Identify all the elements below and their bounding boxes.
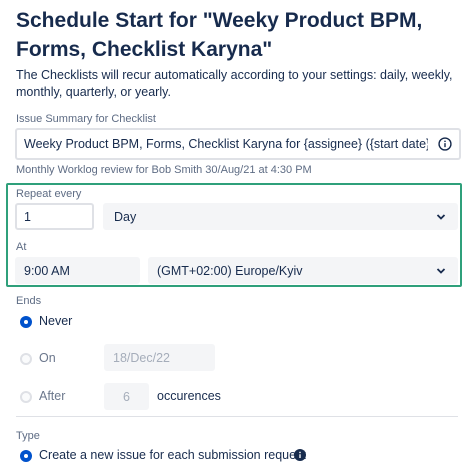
chevron-down-icon <box>436 267 446 274</box>
ends-after-count-value: 6 <box>123 389 130 404</box>
info-icon[interactable] <box>294 449 306 461</box>
repeat-unit-select[interactable]: Day <box>103 203 458 230</box>
ends-never-radio[interactable] <box>20 316 32 328</box>
ends-on-radio[interactable] <box>20 353 32 365</box>
repeat-interval-value: 1 <box>24 209 31 224</box>
chevron-down-icon <box>436 213 446 220</box>
timezone-select[interactable]: (GMT+02:00) Europe/Kyiv <box>148 257 458 284</box>
ends-on-label[interactable]: On <box>39 351 56 365</box>
at-label: At <box>16 241 27 253</box>
ends-on-date-value: 18/Dec/22 <box>113 350 170 365</box>
ends-label: Ends <box>16 295 42 307</box>
type-new-issue-radio[interactable] <box>20 450 32 462</box>
ends-after-label[interactable]: After <box>39 389 65 403</box>
time-input[interactable]: 9:00 AM <box>15 257 140 284</box>
ends-after-radio[interactable] <box>20 391 32 403</box>
occurrences-label: occurences <box>157 389 221 403</box>
repeat-interval-input[interactable]: 1 <box>15 203 94 230</box>
dialog-description: The Checklists will recur automatically … <box>16 68 453 99</box>
repeat-unit-value: Day <box>114 209 137 224</box>
summary-input[interactable]: Weeky Product BPM, Forms, Checklist Kary… <box>15 128 461 160</box>
summary-label: Issue Summary for Checklist <box>16 113 156 125</box>
time-value: 9:00 AM <box>24 263 70 278</box>
type-new-issue-label[interactable]: Create a new issue for each submission r… <box>39 448 306 462</box>
repeat-every-label: Repeat every <box>16 188 82 200</box>
dialog-title: Schedule Start for "Weeky Product BPM, F… <box>16 9 423 61</box>
ends-never-label[interactable]: Never <box>39 314 72 328</box>
info-icon[interactable] <box>438 137 452 151</box>
divider <box>16 416 458 417</box>
summary-preview: Monthly Worklog review for Bob Smith 30/… <box>16 164 312 176</box>
timezone-value: (GMT+02:00) Europe/Kyiv <box>157 263 303 278</box>
ends-after-count-input[interactable]: 6 <box>104 383 149 410</box>
type-label: Type <box>16 430 40 442</box>
summary-input-value: Weeky Product BPM, Forms, Checklist Kary… <box>24 137 428 151</box>
ends-on-date-input[interactable]: 18/Dec/22 <box>104 344 215 371</box>
